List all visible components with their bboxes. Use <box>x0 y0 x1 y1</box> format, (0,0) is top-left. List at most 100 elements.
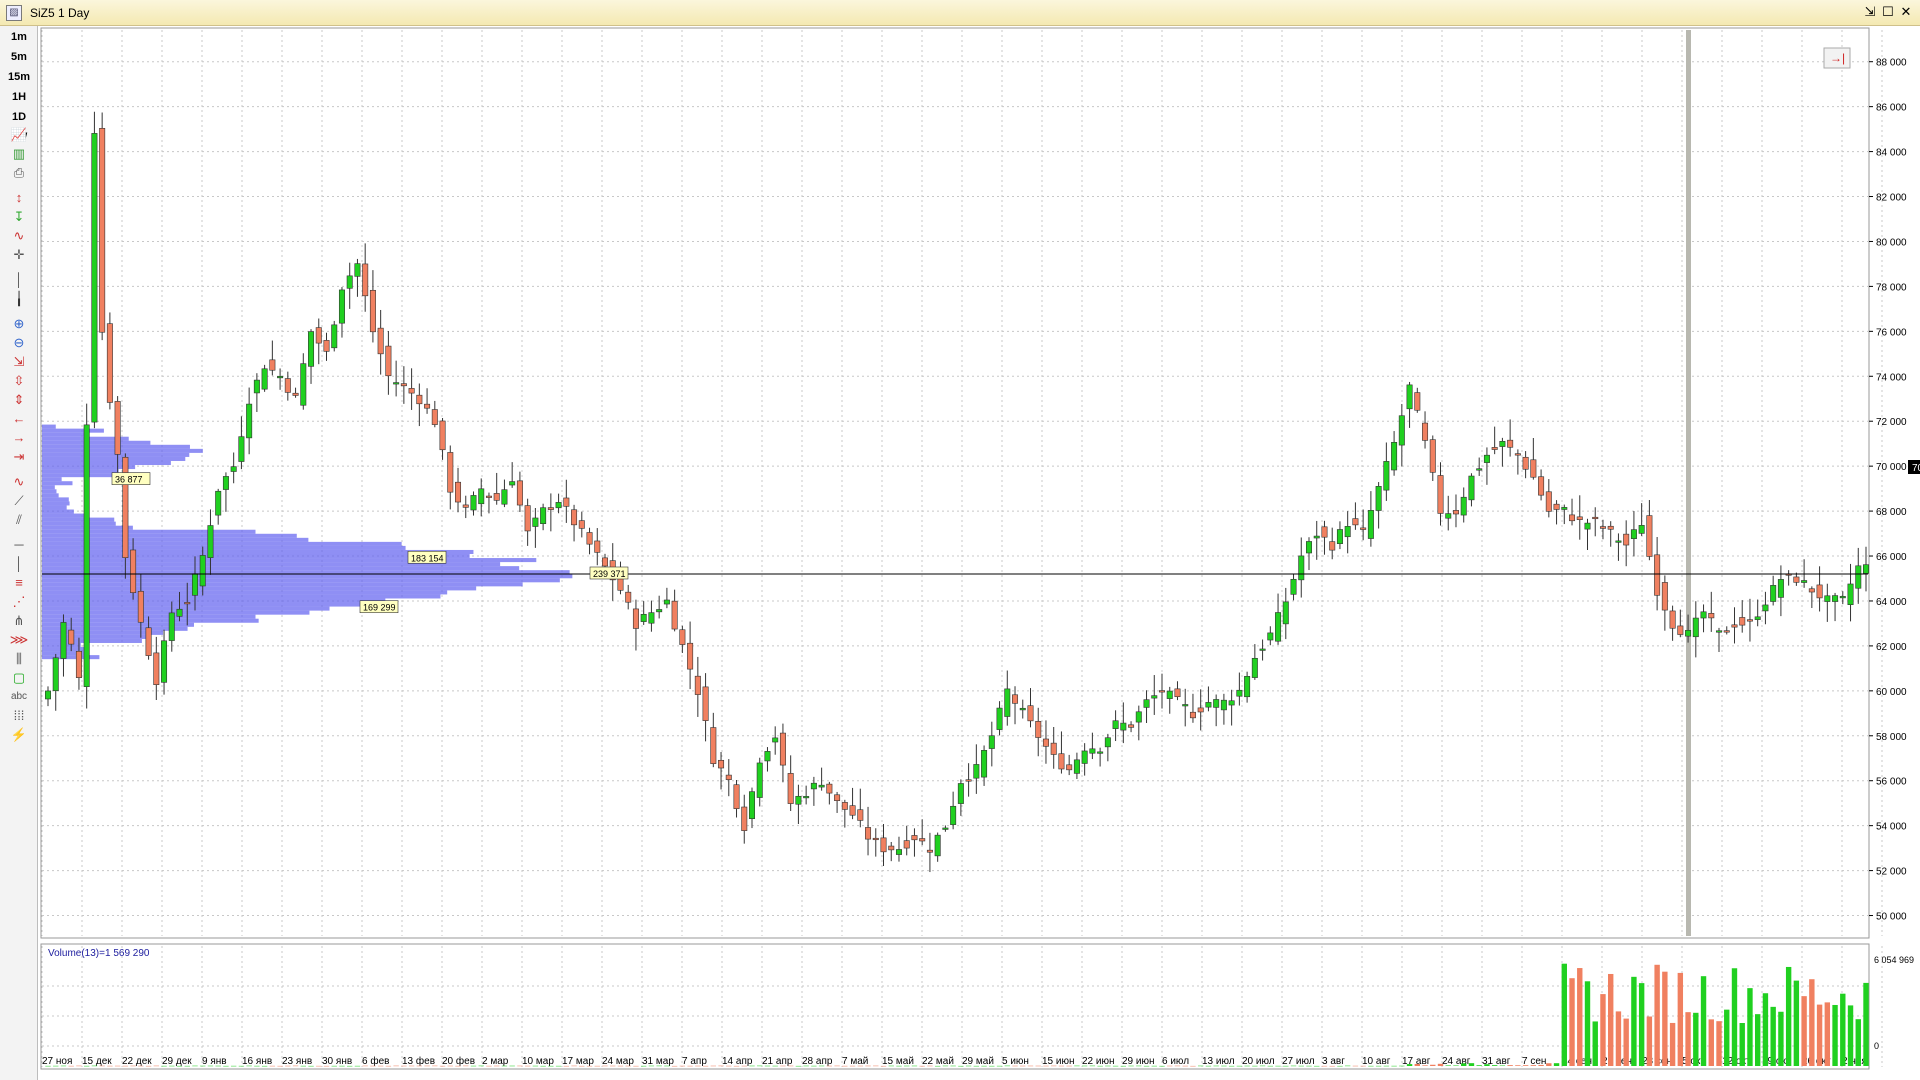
candle-up[interactable] <box>1004 688 1011 717</box>
candle-down[interactable] <box>787 773 794 804</box>
candle-up[interactable] <box>393 382 400 385</box>
scroll-right-icon[interactable]: → <box>9 429 29 447</box>
candle-down[interactable] <box>75 650 82 678</box>
candle-down[interactable] <box>841 802 848 810</box>
candle-down[interactable] <box>911 835 918 841</box>
candle-down[interactable] <box>1174 688 1181 698</box>
candle-down[interactable] <box>1661 582 1668 611</box>
candle-up[interactable] <box>1305 541 1312 554</box>
candle-up[interactable] <box>1213 699 1220 708</box>
candle-down[interactable] <box>733 784 740 809</box>
vertical-marker-icon[interactable]: │ <box>9 555 29 573</box>
line-chart-icon[interactable]: 📈 <box>9 126 29 144</box>
candle-up[interactable] <box>1483 454 1490 463</box>
candle-down[interactable] <box>447 452 454 493</box>
candle-down[interactable] <box>315 327 322 344</box>
candle-down[interactable] <box>594 540 601 553</box>
candle-down[interactable] <box>1654 554 1661 596</box>
candle-up[interactable] <box>1700 611 1707 619</box>
candle-down[interactable] <box>586 532 593 545</box>
candle-up[interactable] <box>973 764 980 779</box>
candle-down[interactable] <box>485 495 492 498</box>
candle-up[interactable] <box>1019 707 1026 711</box>
candle-up[interactable] <box>253 379 260 394</box>
candle-up[interactable] <box>501 489 508 505</box>
candle-down[interactable] <box>926 849 933 853</box>
candle-down[interactable] <box>888 845 895 851</box>
candle-down[interactable] <box>1530 459 1537 478</box>
candle-up[interactable] <box>277 376 284 379</box>
candle-up[interactable] <box>663 599 670 605</box>
candle-down[interactable] <box>68 629 75 645</box>
candle-up[interactable] <box>1398 415 1405 446</box>
candle-down[interactable] <box>1452 510 1459 515</box>
candle-up[interactable] <box>300 363 307 406</box>
candle-down[interactable] <box>1514 453 1521 456</box>
candle-down[interactable] <box>1599 526 1606 529</box>
candle-down[interactable] <box>416 394 423 405</box>
candle-down[interactable] <box>578 520 585 529</box>
candle-up[interactable] <box>1336 529 1343 544</box>
candle-up[interactable] <box>338 289 345 324</box>
candle-down[interactable] <box>857 809 864 821</box>
candle-down[interactable] <box>462 504 469 508</box>
candle-up[interactable] <box>981 750 988 778</box>
candle-up[interactable] <box>1313 535 1320 539</box>
scale-compress-icon[interactable]: ⇲ <box>9 353 29 371</box>
candle-up[interactable] <box>748 791 755 819</box>
candle-up[interactable] <box>1561 507 1568 510</box>
candle-down[interactable] <box>1159 690 1166 693</box>
crosshair-icon[interactable]: ✛ <box>9 246 29 264</box>
gann-fan-icon[interactable]: ⋰ <box>9 593 29 611</box>
candle-up[interactable] <box>950 805 957 825</box>
candle-up[interactable] <box>191 573 198 596</box>
pitchfork-icon[interactable]: ⋔ <box>9 612 29 630</box>
candle-down[interactable] <box>1189 711 1196 719</box>
cycle-lines-icon[interactable]: ⁞⁞⁞ <box>9 707 29 725</box>
candle-down[interactable] <box>919 838 926 842</box>
candle-down[interactable] <box>1422 422 1429 441</box>
timeframe-1m[interactable]: 1m <box>4 28 34 46</box>
candle-up[interactable] <box>795 795 802 805</box>
candle-down[interactable] <box>377 327 384 355</box>
candle-up[interactable] <box>1692 617 1699 638</box>
candle-up[interactable] <box>1615 540 1622 543</box>
candle-down[interactable] <box>710 727 717 764</box>
channel-icon[interactable]: ⫽ <box>9 511 29 529</box>
candle-down[interactable] <box>400 383 407 387</box>
candle-up[interactable] <box>1777 579 1784 598</box>
candle-up[interactable] <box>1863 564 1869 574</box>
candle-up[interactable] <box>1499 441 1506 447</box>
candle-up[interactable] <box>222 476 229 490</box>
candle-up[interactable] <box>509 481 516 486</box>
candle-up[interactable] <box>1754 616 1761 620</box>
candle-down[interactable] <box>965 779 972 782</box>
zoom-in-icon[interactable]: ⊕ <box>9 315 29 333</box>
candle-up[interactable] <box>756 762 763 798</box>
candle-down[interactable] <box>1677 625 1684 635</box>
wave-icon[interactable]: ∿ <box>9 227 29 245</box>
candle-down[interactable] <box>130 549 137 593</box>
candle-up[interactable] <box>1716 630 1723 633</box>
candle-down[interactable] <box>1731 624 1738 628</box>
candle-down[interactable] <box>865 827 872 840</box>
candle-down[interactable] <box>1522 456 1529 470</box>
candle-up[interactable] <box>1151 695 1158 699</box>
candle-up[interactable] <box>1182 704 1189 707</box>
candle-up[interactable] <box>640 613 647 622</box>
candle-up[interactable] <box>1282 601 1289 625</box>
candle-down[interactable] <box>1607 525 1614 530</box>
candle-up[interactable] <box>308 331 315 367</box>
candle-up[interactable] <box>1290 578 1297 595</box>
candle-down[interactable] <box>671 600 678 630</box>
candle-down[interactable] <box>1538 476 1545 496</box>
candle-up[interactable] <box>1097 751 1104 754</box>
fibonacci-icon[interactable]: ≡ <box>9 574 29 592</box>
candle-up[interactable] <box>648 612 655 624</box>
candle-up[interactable] <box>1259 648 1266 651</box>
candle-down[interactable] <box>455 481 462 503</box>
candle-up[interactable] <box>1228 700 1235 706</box>
candle-up[interactable] <box>83 424 90 687</box>
candle-up[interactable] <box>1638 525 1645 534</box>
candle-up[interactable] <box>1220 699 1227 711</box>
